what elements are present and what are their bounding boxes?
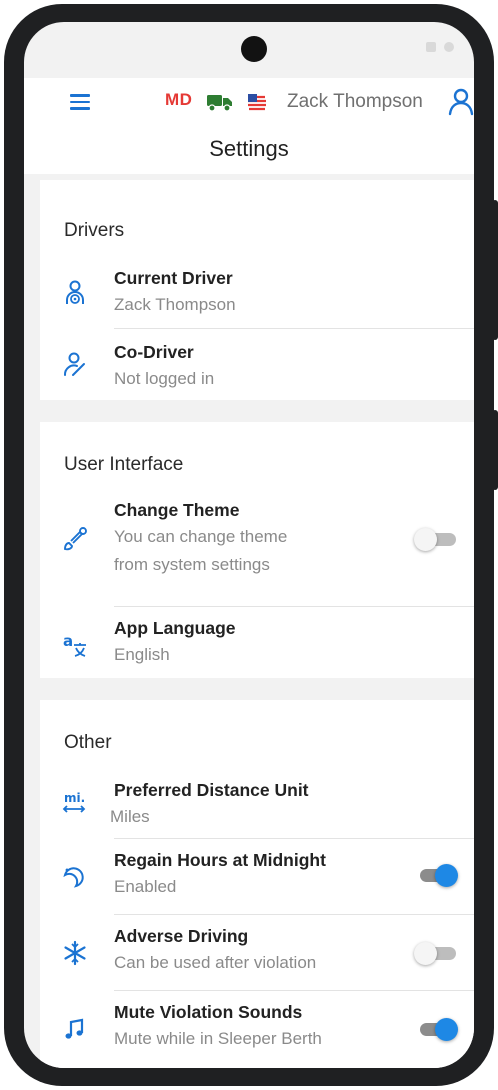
page-title: Settings xyxy=(209,136,289,161)
regain-hours-row[interactable]: Regain Hours at Midnight Enabled xyxy=(40,850,474,910)
distance-icon-label: mi. xyxy=(64,791,85,805)
section-title-drivers: Drivers xyxy=(64,220,125,241)
us-flag-icon xyxy=(247,92,267,112)
truck-icon xyxy=(207,95,232,112)
phone-frame: MD Zack Thompson Settings Drivers Curren… xyxy=(4,4,498,1086)
adverse-driving-toggle[interactable] xyxy=(414,942,456,965)
adverse-driving-title: Adverse Driving xyxy=(114,926,249,946)
divider xyxy=(114,990,474,991)
mute-violation-title: Mute Violation Sounds xyxy=(114,1002,303,1022)
regain-hours-toggle[interactable] xyxy=(414,864,458,887)
mute-violation-toggle[interactable] xyxy=(414,1018,458,1041)
svg-text:a: a xyxy=(63,632,73,650)
app-language-title: App Language xyxy=(114,618,236,638)
camera-icon xyxy=(241,36,267,62)
status-indicators xyxy=(426,42,454,52)
music-note-icon xyxy=(65,1018,84,1039)
username-label: Zack Thompson xyxy=(287,91,423,112)
app-language-value: English xyxy=(114,645,170,664)
section-title-user-interface: User Interface xyxy=(64,454,184,475)
moon-clock-icon xyxy=(63,867,84,888)
top-bar: MD Zack Thompson xyxy=(24,78,474,126)
change-theme-toggle[interactable] xyxy=(414,528,456,551)
change-theme-subtitle-line1: You can change theme xyxy=(114,527,288,546)
driver-icon xyxy=(66,280,84,304)
regain-hours-title: Regain Hours at Midnight xyxy=(114,850,326,870)
drivers-section: Drivers Current Driver Zack Thompson Co-… xyxy=(40,180,474,400)
brush-icon xyxy=(64,527,87,551)
state-badge: MD xyxy=(165,90,193,109)
screen: MD Zack Thompson Settings Drivers Curren… xyxy=(24,22,474,1068)
translate-icon: a xyxy=(63,632,86,657)
volume-button xyxy=(492,410,498,490)
distance-unit-title: Preferred Distance Unit xyxy=(114,780,309,800)
user-interface-section: User Interface Change Theme You can chan… xyxy=(40,422,474,678)
distance-icon: mi. xyxy=(62,791,86,813)
current-driver-name: Zack Thompson xyxy=(114,295,236,314)
change-theme-subtitle-line2: from system settings xyxy=(114,555,270,574)
co-driver-icon xyxy=(64,352,85,376)
distance-unit-value: Miles xyxy=(110,807,150,826)
user-icon[interactable] xyxy=(448,88,474,116)
divider xyxy=(114,914,474,915)
menu-icon[interactable] xyxy=(70,94,90,110)
snowflake-icon xyxy=(64,940,86,966)
other-section: Other mi. Preferred Distance Unit Miles … xyxy=(40,700,474,1068)
co-driver-row[interactable]: Co-Driver Not logged in xyxy=(40,342,474,398)
change-theme-title: Change Theme xyxy=(114,500,240,520)
co-driver-status: Not logged in xyxy=(114,369,215,388)
app-language-row[interactable]: a App Language English xyxy=(40,618,474,674)
distance-unit-row[interactable]: mi. Preferred Distance Unit Miles xyxy=(40,780,474,836)
adverse-driving-subtitle: Can be used after violation xyxy=(114,953,317,972)
divider xyxy=(114,606,474,607)
adverse-driving-row[interactable]: Adverse Driving Can be used after violat… xyxy=(40,926,474,986)
mute-violation-subtitle: Mute while in Sleeper Berth xyxy=(114,1029,322,1048)
section-title-other: Other xyxy=(64,732,112,753)
divider xyxy=(114,838,474,839)
power-button xyxy=(492,200,498,340)
regain-hours-status: Enabled xyxy=(114,877,177,896)
divider xyxy=(114,328,474,329)
mute-violation-row[interactable]: Mute Violation Sounds Mute while in Slee… xyxy=(40,1002,474,1062)
page-header: Settings xyxy=(24,126,474,174)
current-driver-row[interactable]: Current Driver Zack Thompson xyxy=(40,268,474,328)
change-theme-row[interactable]: Change Theme You can change theme from s… xyxy=(40,500,474,584)
current-driver-title: Current Driver xyxy=(114,268,233,288)
co-driver-title: Co-Driver xyxy=(114,342,194,362)
